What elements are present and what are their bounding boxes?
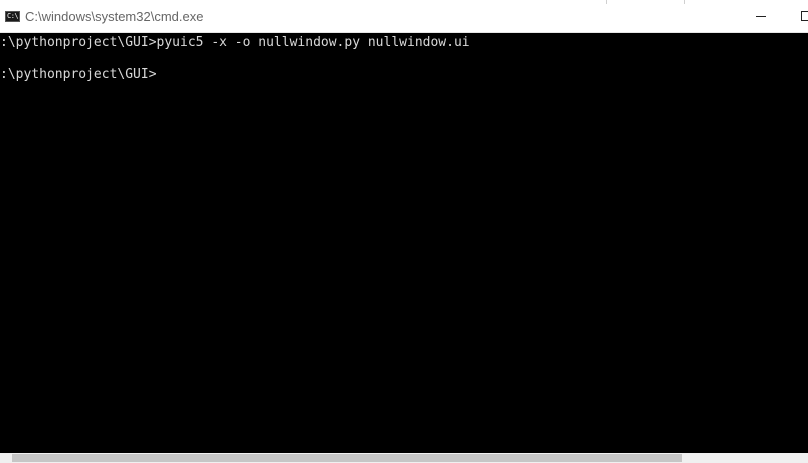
scrollbar-thumb[interactable] — [12, 454, 682, 462]
console-output[interactable]: :\pythonproject\GUI>pyuic5 -x -o nullwin… — [0, 33, 808, 453]
window-title: C:\windows\system32\cmd.exe — [25, 9, 204, 24]
title-bar[interactable]: C:\ C:\windows\system32\cmd.exe — [0, 0, 808, 33]
minimize-button[interactable] — [738, 0, 784, 32]
maximize-icon — [801, 11, 808, 21]
console-prompt: :\pythonproject\GUI> — [0, 67, 157, 82]
maximize-button[interactable] — [784, 0, 808, 32]
minimize-icon — [756, 16, 766, 17]
horizontal-scrollbar[interactable] — [0, 453, 808, 463]
cmd-window: C:\ C:\windows\system32\cmd.exe :\python… — [0, 0, 808, 463]
titlebar-divider — [684, 0, 685, 4]
titlebar-divider — [606, 0, 607, 4]
console-app-icon[interactable]: C:\ — [5, 11, 20, 22]
console-line: :\pythonproject\GUI>pyuic5 -x -o nullwin… — [0, 35, 470, 50]
console-app-icon-glyph: C:\ — [7, 12, 19, 20]
